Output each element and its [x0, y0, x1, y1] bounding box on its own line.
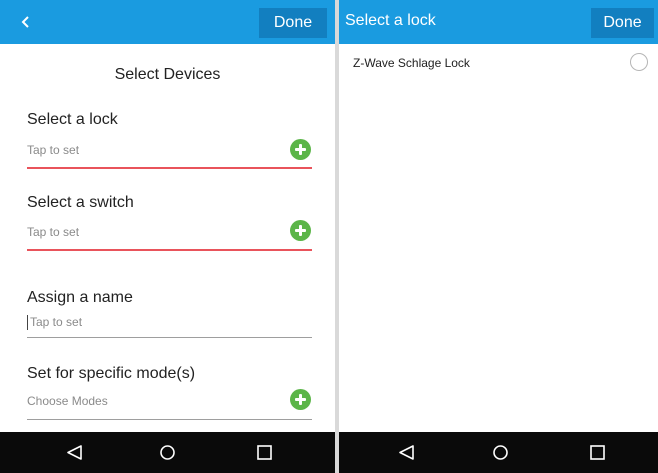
lock-field-label: Select a lock	[27, 111, 118, 128]
select-lock-screen: Select a lock Done Z-Wave Schlage Lock	[339, 0, 658, 473]
nav-back-icon[interactable]	[398, 444, 415, 461]
add-modes-button[interactable]	[290, 389, 311, 410]
nav-recents-icon[interactable]	[589, 444, 606, 461]
name-input[interactable]	[30, 313, 300, 331]
add-switch-button[interactable]	[290, 220, 311, 241]
chevron-left-icon	[21, 16, 29, 28]
done-button[interactable]: Done	[259, 8, 327, 38]
app-bar: Done	[0, 0, 335, 44]
lock-field-underline	[27, 167, 312, 169]
name-field-underline	[27, 337, 312, 338]
name-field-label: Assign a name	[27, 289, 133, 306]
nav-home-icon[interactable]	[492, 444, 509, 461]
modes-field-value[interactable]: Choose Modes	[27, 394, 108, 408]
lock-name: Z-Wave Schlage Lock	[353, 56, 470, 70]
done-button[interactable]: Done	[591, 8, 654, 38]
system-nav-bar	[339, 432, 658, 473]
switch-field-underline	[27, 249, 312, 251]
page-title: Select Devices	[114, 66, 221, 83]
nav-home-icon[interactable]	[159, 444, 176, 461]
lock-radio-button[interactable]	[630, 53, 648, 71]
add-lock-button[interactable]	[290, 139, 311, 160]
nav-recents-icon[interactable]	[256, 444, 273, 461]
switch-field-value[interactable]: Tap to set	[27, 225, 79, 239]
select-devices-screen: Done Select Devices Select a lock Tap to…	[0, 0, 335, 473]
app-bar: Select a lock Done	[339, 0, 658, 44]
nav-back-icon[interactable]	[66, 444, 83, 461]
modes-field-label: Set for specific mode(s)	[27, 365, 196, 382]
modes-field-underline	[27, 419, 312, 420]
screen-title: Select a lock	[345, 12, 436, 29]
switch-field-label: Select a switch	[27, 194, 134, 211]
text-cursor	[27, 315, 28, 330]
back-button[interactable]	[14, 10, 38, 34]
system-nav-bar	[0, 432, 335, 473]
lock-field-value[interactable]: Tap to set	[27, 143, 79, 157]
